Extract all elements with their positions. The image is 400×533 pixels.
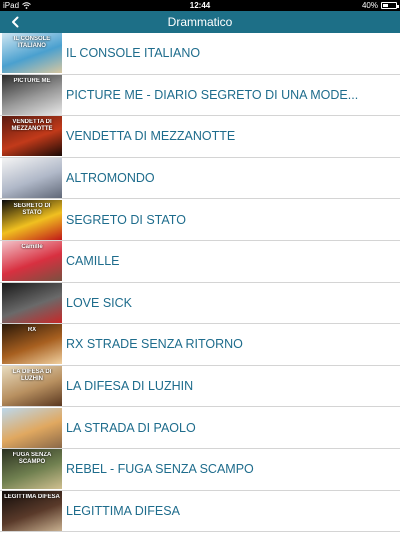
movie-title: SEGRETO DI STATO [66, 212, 186, 227]
status-right: 40% [361, 0, 399, 11]
movie-poster: VENDETTA DI MEZZANOTTE [2, 116, 62, 157]
poster-title: RX [27, 327, 37, 334]
movie-poster: FUGA SENZA SCAMPO [2, 449, 62, 490]
movie-title: ALTROMONDO [66, 171, 155, 186]
list-item[interactable]: SEGRETO DI STATO SEGRETO DI STATO [0, 199, 400, 241]
clock: 12:44 [189, 1, 211, 10]
movie-poster: Camille [2, 241, 62, 282]
poster-title: LA DIFESA DI LUZHIN [12, 369, 52, 383]
poster-title: PICTURE ME [13, 77, 51, 84]
movie-poster: SEGRETO DI STATO [2, 199, 62, 240]
list-item[interactable]: ALTROMONDO [0, 157, 400, 200]
back-button[interactable] [4, 11, 26, 33]
poster-title: VENDETTA DI MEZZANOTTE [11, 119, 53, 133]
list-item[interactable]: Camille CAMILLE [0, 240, 400, 283]
poster-title: Camille [21, 244, 43, 251]
battery-level [383, 4, 388, 7]
movie-poster: LA DIFESA DI LUZHIN [2, 366, 62, 407]
movie-poster: LEGITTIMA DIFESA [2, 490, 62, 531]
movie-title: VENDETTA DI MEZZANOTTE [66, 129, 236, 144]
movie-poster: PICTURE ME [2, 74, 62, 115]
list-item[interactable]: IL CONSOLE ITALIANO IL CONSOLE ITALIANO [0, 33, 400, 75]
list-item[interactable]: LOVE SICK [0, 282, 400, 325]
movie-title: LOVE SICK [66, 295, 132, 310]
movie-title: IL CONSOLE ITALIANO [66, 46, 201, 61]
movie-title: LA STRADA DI PAOLO [66, 420, 196, 435]
list-item[interactable]: LEGITTIMA DIFESA LEGITTIMA DIFESA [0, 490, 400, 533]
navigation-bar: Drammatico [0, 11, 400, 33]
list-item[interactable]: RX RX STRADE SENZA RITORNO [0, 324, 400, 366]
battery-percent: 40% [361, 1, 378, 10]
battery-icon [381, 2, 399, 9]
movie-poster [2, 158, 62, 199]
movie-list: IL CONSOLE ITALIANO IL CONSOLE ITALIANO PI… [0, 33, 400, 533]
movie-title: CAMILLE [66, 254, 120, 269]
poster-title: LEGITTIMA DIFESA [4, 493, 60, 500]
movie-poster [2, 407, 62, 448]
movie-title: RX STRADE SENZA RITORNO [66, 337, 243, 352]
list-item[interactable]: LA STRADA DI PAOLO [0, 407, 400, 449]
movie-title: REBEL - FUGA SENZA SCAMPO [66, 462, 254, 477]
poster-title: SEGRETO DI STATO [13, 202, 51, 216]
poster-title: IL CONSOLE ITALIANO [13, 36, 51, 50]
status-bar: iPad 12:44 40% [0, 0, 400, 11]
list-item[interactable]: LA DIFESA DI LUZHIN LA DIFESA DI LUZHIN [0, 365, 400, 408]
chevron-left-icon [12, 16, 19, 28]
list-item[interactable]: VENDETTA DI MEZZANOTTE VENDETTA DI MEZZAN… [0, 116, 400, 158]
list-item[interactable]: FUGA SENZA SCAMPO REBEL - FUGA SENZA SCAM… [0, 448, 400, 491]
movie-poster: RX [2, 324, 62, 365]
page-title: Drammatico [167, 15, 233, 29]
list-item[interactable]: PICTURE ME PICTURE ME - DIARIO SEGRETO DI… [0, 74, 400, 117]
movie-title: LEGITTIMA DIFESA [66, 503, 180, 518]
movie-poster: IL CONSOLE ITALIANO [2, 33, 62, 74]
movie-title: LA DIFESA DI LUZHIN [66, 379, 194, 394]
movie-poster [2, 282, 62, 323]
poster-title: FUGA SENZA SCAMPO [12, 452, 52, 466]
movie-title: PICTURE ME - DIARIO SEGRETO DI UNA MODE.… [66, 87, 359, 102]
